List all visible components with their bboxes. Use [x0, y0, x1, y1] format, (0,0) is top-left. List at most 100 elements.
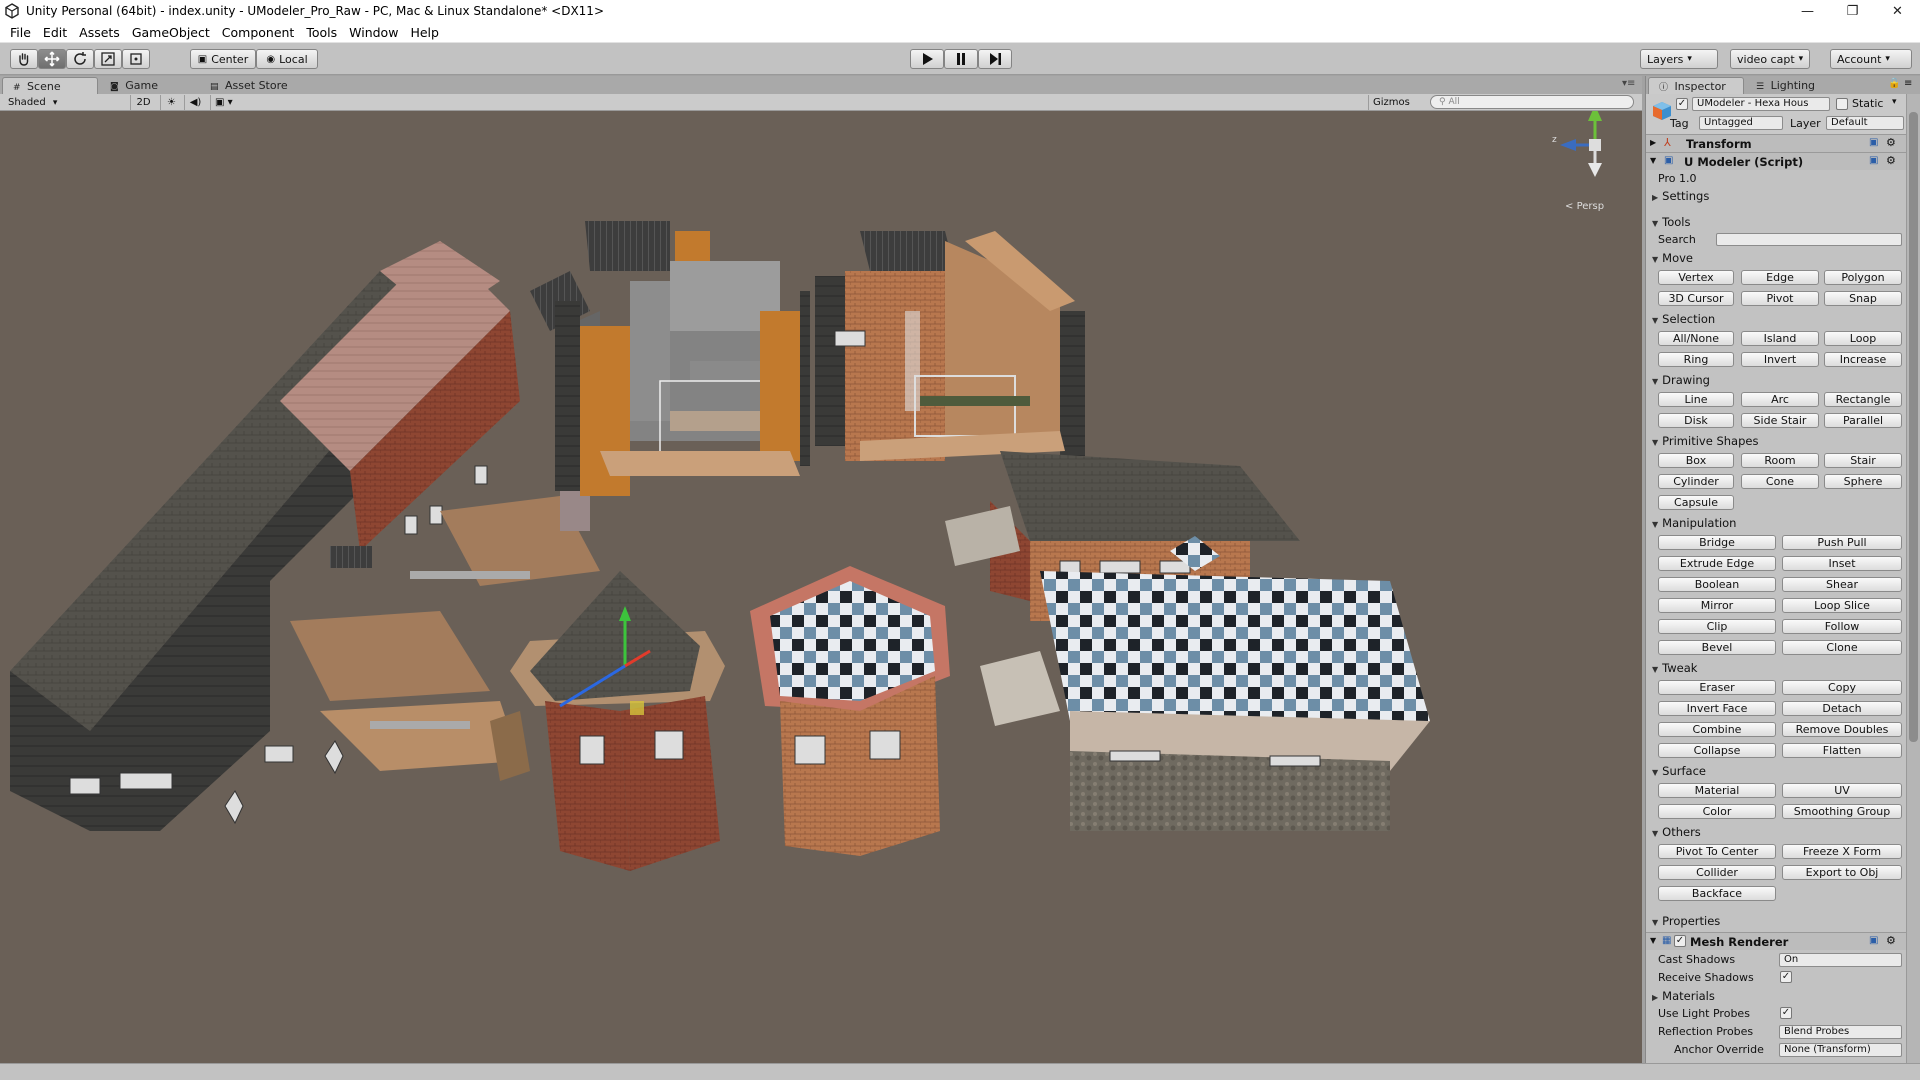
- pause-button[interactable]: [944, 49, 978, 69]
- sphere-button[interactable]: Sphere: [1824, 474, 1902, 489]
- object-name-field[interactable]: UModeler - Hexa Hous: [1692, 97, 1830, 111]
- polygon-button[interactable]: Polygon: [1824, 270, 1902, 285]
- restore-button[interactable]: ❐: [1830, 0, 1875, 22]
- backface-button[interactable]: Backface: [1658, 886, 1776, 901]
- pivot-to-center-button[interactable]: Pivot To Center: [1658, 844, 1776, 859]
- tab-scene[interactable]: # Scene: [2, 77, 98, 94]
- tab-lighting[interactable]: ☰ Lighting: [1746, 77, 1842, 94]
- others-section-title[interactable]: Others: [1652, 825, 1701, 839]
- menu-gameobject[interactable]: GameObject: [126, 23, 216, 42]
- play-button[interactable]: [910, 49, 944, 69]
- capsule-button[interactable]: Capsule: [1658, 495, 1734, 510]
- hexa-house-selected[interactable]: [510, 571, 725, 871]
- video-capture-dropdown[interactable]: video capt: [1730, 49, 1810, 69]
- pivot-center-toggle[interactable]: ▣ Center: [190, 49, 256, 69]
- collider-button[interactable]: Collider: [1658, 865, 1776, 880]
- scale-tool-button[interactable]: [94, 49, 122, 69]
- follow-button[interactable]: Follow: [1782, 619, 1902, 634]
- reflection-probes-dropdown[interactable]: Blend Probes: [1779, 1025, 1902, 1039]
- active-checkbox[interactable]: ✓: [1676, 98, 1688, 110]
- loop-slice-button[interactable]: Loop Slice: [1782, 598, 1902, 613]
- detach-button[interactable]: Detach: [1782, 701, 1902, 716]
- settings-foldout[interactable]: Settings: [1652, 189, 1709, 203]
- settings-gear-icon[interactable]: ⚙: [1886, 154, 1896, 167]
- cylinder-button[interactable]: Cylinder: [1658, 474, 1734, 489]
- stair-button[interactable]: Stair: [1824, 453, 1902, 468]
- box-button[interactable]: Box: [1658, 453, 1734, 468]
- edge-button[interactable]: Edge: [1741, 270, 1819, 285]
- cone-button[interactable]: Cone: [1741, 474, 1819, 489]
- audio-toggle[interactable]: ◀): [184, 95, 206, 110]
- menu-file[interactable]: File: [4, 23, 37, 42]
- all-none-button[interactable]: All/None: [1658, 331, 1734, 346]
- hand-tool-button[interactable]: [10, 49, 38, 69]
- eraser-button[interactable]: Eraser: [1658, 680, 1776, 695]
- checkered-roof-house[interactable]: [980, 536, 1430, 831]
- tools-search-input[interactable]: [1716, 233, 1902, 246]
- export-obj-button[interactable]: Export to Obj: [1782, 865, 1902, 880]
- loop-button[interactable]: Loop: [1824, 331, 1902, 346]
- settings-gear-icon[interactable]: ⚙: [1886, 136, 1896, 149]
- orientation-gizmo[interactable]: y z: [1550, 111, 1640, 197]
- bevel-button[interactable]: Bevel: [1658, 640, 1776, 655]
- menu-edit[interactable]: Edit: [37, 23, 73, 42]
- freeze-xform-button[interactable]: Freeze X Form: [1782, 844, 1902, 859]
- manipulation-section-title[interactable]: Manipulation: [1652, 516, 1736, 530]
- use-light-probes-checkbox[interactable]: ✓: [1780, 1007, 1792, 1019]
- pivot-local-toggle[interactable]: ◉ Local: [256, 49, 318, 69]
- inspector-menu-icon[interactable]: ≡: [1904, 78, 1912, 89]
- 3d-cursor-button[interactable]: 3D Cursor: [1658, 291, 1734, 306]
- room-button[interactable]: Room: [1741, 453, 1819, 468]
- receive-shadows-checkbox[interactable]: ✓: [1780, 971, 1792, 983]
- bridge-button[interactable]: Bridge: [1658, 535, 1776, 550]
- static-dropdown-icon[interactable]: ▾: [1892, 97, 1897, 107]
- step-button[interactable]: [978, 49, 1012, 69]
- settings-gear-icon[interactable]: ⚙: [1886, 934, 1896, 947]
- menu-assets[interactable]: Assets: [73, 23, 126, 42]
- color-button[interactable]: Color: [1658, 804, 1776, 819]
- tag-dropdown[interactable]: Untagged: [1699, 116, 1783, 130]
- modern-grey-house[interactable]: [530, 221, 810, 496]
- collapse-button[interactable]: Collapse: [1658, 743, 1776, 758]
- primitive-section-title[interactable]: Primitive Shapes: [1652, 434, 1758, 448]
- material-button[interactable]: Material: [1658, 783, 1776, 798]
- panel-menu-icon[interactable]: ▾≡: [1622, 78, 1635, 89]
- tools-foldout[interactable]: Tools: [1652, 215, 1690, 229]
- arc-button[interactable]: Arc: [1741, 392, 1819, 407]
- menu-tools[interactable]: Tools: [300, 23, 343, 42]
- persp-label[interactable]: < Persp: [1565, 201, 1604, 212]
- mesh-renderer-enabled-checkbox[interactable]: ✓: [1674, 935, 1686, 947]
- materials-foldout[interactable]: Materials: [1652, 989, 1715, 1003]
- account-dropdown[interactable]: Account: [1830, 49, 1912, 69]
- line-button[interactable]: Line: [1658, 392, 1734, 407]
- help-icon[interactable]: ▣: [1869, 935, 1878, 946]
- static-checkbox[interactable]: [1836, 98, 1848, 110]
- tab-game[interactable]: ◙ Game: [100, 77, 190, 94]
- anchor-override-field[interactable]: None (Transform): [1779, 1043, 1902, 1057]
- effects-dropdown[interactable]: ▣ ▾: [210, 95, 244, 110]
- island-button[interactable]: Island: [1741, 331, 1819, 346]
- smoothing-group-button[interactable]: Smoothing Group: [1782, 804, 1902, 819]
- boolean-button[interactable]: Boolean: [1658, 577, 1776, 592]
- uv-button[interactable]: UV: [1782, 783, 1902, 798]
- move-tool-button[interactable]: [38, 49, 66, 69]
- increase-button[interactable]: Increase: [1824, 352, 1902, 367]
- rotate-tool-button[interactable]: [66, 49, 94, 69]
- layer-dropdown[interactable]: Default: [1826, 116, 1904, 130]
- mesh-renderer-header[interactable]: ▼ ▦ ✓ Mesh Renderer ▣ ⚙: [1646, 932, 1908, 950]
- umodeler-component-header[interactable]: ▼ ▣ U Modeler (Script) ▣ ⚙: [1646, 152, 1908, 170]
- push-pull-button[interactable]: Push Pull: [1782, 535, 1902, 550]
- scene-viewport[interactable]: y z < Persp: [0, 111, 1642, 1063]
- tab-inspector[interactable]: ⓘ Inspector: [1648, 77, 1744, 94]
- clip-button[interactable]: Clip: [1658, 619, 1776, 634]
- scene-search-input[interactable]: ⚲ All: [1430, 95, 1634, 109]
- disk-button[interactable]: Disk: [1658, 413, 1734, 428]
- tab-asset-store[interactable]: ▤ Asset Store: [200, 77, 310, 94]
- rectangle-button[interactable]: Rectangle: [1824, 392, 1902, 407]
- close-button[interactable]: ✕: [1875, 0, 1920, 22]
- shear-button[interactable]: Shear: [1782, 577, 1902, 592]
- rect-tool-button[interactable]: [122, 49, 150, 69]
- help-icon[interactable]: ▣: [1869, 137, 1878, 148]
- pivot-button[interactable]: Pivot: [1741, 291, 1819, 306]
- menu-window[interactable]: Window: [343, 23, 404, 42]
